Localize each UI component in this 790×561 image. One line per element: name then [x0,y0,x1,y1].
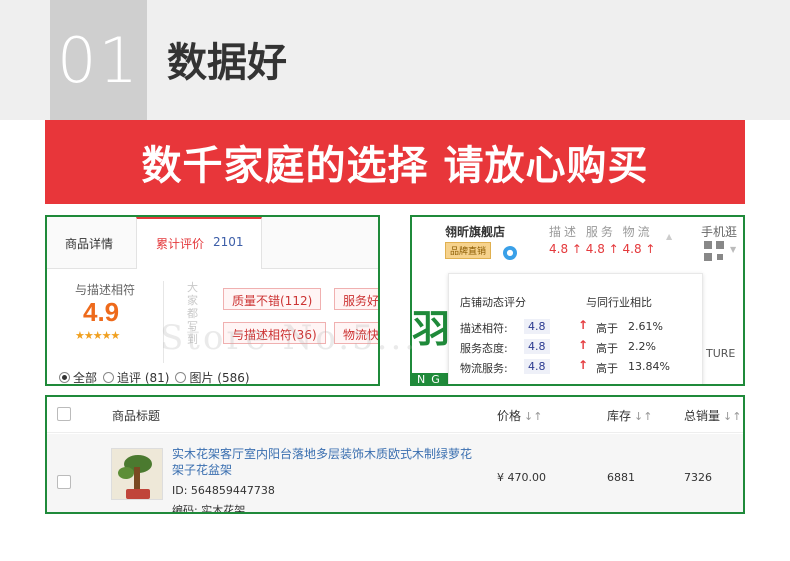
tab-reviews[interactable]: 累计评价 2101 [136,217,262,269]
sort-icon: ↓↑ [723,410,742,423]
column-price[interactable]: 价格 ↓↑ [497,407,542,424]
caret-up-icon: ▲ [666,232,673,241]
tab-product-details[interactable]: 商品详情 [65,235,113,252]
table-header: 商品标题 价格 ↓↑ 库存 ↓↑ 总销量 ↓↑ [47,397,743,433]
chevron-down-icon: ▼ [730,245,737,254]
select-all-checkbox[interactable] [57,407,71,421]
product-table: 商品标题 价格 ↓↑ 库存 ↓↑ 总销量 ↓↑ 实木花架客厅室内阳台落地多层装饰木质欧… [45,395,745,514]
score-values: 4.8 ↑ 4.8 ↑ 4.8 ↑ [549,242,656,256]
review-tag[interactable]: 服务好 [334,288,378,310]
popup-row: 描述相符: 4.8 ↑ 高于 2.61% [460,318,700,336]
review-tabs: 商品详情 累计评价 2101 [47,217,378,269]
review-tag[interactable]: 质量不错(112) [223,288,322,310]
popup-row-value: 4.8 [524,359,550,374]
column-price-label: 价格 [497,409,522,423]
store-banner-text: TURE [706,347,736,360]
filter-followup-label: 追评 (81) [117,371,170,385]
popup-row-compare: 高于 [596,322,618,335]
popup-row-percent: 2.61% [628,320,663,333]
section-number: 01 [57,23,140,97]
column-stock[interactable]: 库存 ↓↑ [607,407,652,424]
banner-text: 数千家庭的选择 请放心购买 [141,143,649,189]
review-panel: 商品详情 累计评价 2101 与描述相符 4.9 ★★★★★ 大家都写到 质量不… [45,215,380,386]
radio-icon [175,372,187,383]
mobile-shop-label[interactable]: 手机逛 [701,223,737,240]
score-header: 描述 服务 物流 [549,225,653,239]
popup-score-title: 店铺动态评分 [460,296,526,309]
product-thumbnail[interactable] [111,448,163,500]
product-id: ID: 564859447738 [172,484,275,497]
section-number-box: 01 [50,0,147,120]
product-sales: 7326 [684,471,712,484]
popup-row-percent: 2.2% [628,340,656,353]
filter-followup[interactable]: 追评 (81) [103,369,170,385]
popup-row-compare: 高于 [596,362,618,375]
popup-row-label: 描述相符: [460,322,508,335]
review-filter: 全部 追评 (81) 图片 (586) [59,369,250,385]
product-title-link[interactable]: 实木花架客厅室内阳台落地多层装饰木质欧式木制绿萝花架子花盆架 [172,446,478,478]
column-stock-label: 库存 [607,409,632,423]
row-checkbox[interactable] [57,475,71,489]
red-banner: 数千家庭的选择 请放心购买 [45,120,745,204]
popup-row: 物流服务: 4.8 ↑ 高于 13.84% [460,358,700,376]
qr-code-icon[interactable] [704,241,724,261]
arrow-up-icon: ↑ [578,358,589,372]
watermark: Store No.5... [160,318,419,358]
product-code: 编码: 实木花架 [172,504,246,514]
chat-icon[interactable]: ● [503,246,517,260]
tab-reviews-count: 2101 [213,235,244,249]
column-sales-label: 总销量 [684,409,721,423]
product-price: ¥ 470.00 [497,471,546,484]
popup-compare-title: 与同行业相比 [586,296,652,309]
column-title: 商品标题 [112,409,161,423]
sort-icon: ↓↑ [634,410,653,423]
popup-row-value: 4.8 [524,339,550,354]
sort-icon: ↓↑ [524,410,543,423]
store-panel: 翎昕旗舰店 品牌直销 ● 描述 服务 物流 4.8 ↑ 4.8 ↑ 4.8 ↑ … [410,215,745,386]
table-row[interactable]: 实木花架客厅室内阳台落地多层装饰木质欧式木制绿萝花架子花盆架 ID: 56485… [47,434,743,512]
store-banner-bar: NG [412,373,448,384]
popup-row-label: 物流服务: [460,362,508,375]
radio-icon [103,372,115,383]
popup-row-compare: 高于 [596,342,618,355]
arrow-up-icon: ↑ [578,318,589,332]
rating-label: 与描述相符 [75,283,136,297]
popup-row-percent: 13.84% [628,360,670,373]
arrow-up-icon: ↑ [578,338,589,352]
tab-reviews-label: 累计评价 [156,237,205,251]
store-score-popup: 店铺动态评分 与同行业相比 描述相符: 4.8 ↑ 高于 2.61% 服务态度:… [448,273,703,384]
popup-row-label: 服务态度: [460,342,508,355]
popup-row-value: 4.8 [524,319,550,334]
filter-images[interactable]: 图片 (586) [175,369,250,385]
column-sales[interactable]: 总销量 ↓↑ [684,407,741,424]
filter-all-label: 全部 [73,371,98,385]
filter-images-label: 图片 (586) [189,371,250,385]
rating-value: 4.9 [83,297,120,327]
product-stock: 6881 [607,471,635,484]
radio-selected-icon [59,372,70,383]
filter-all[interactable]: 全部 [59,369,98,385]
brand-badge: 品牌直销 [445,242,492,259]
section-title: 数据好 [167,40,287,86]
popup-row: 服务态度: 4.8 ↑ 高于 2.2% [460,338,700,356]
store-name[interactable]: 翎昕旗舰店 [445,223,505,240]
star-rating-icon: ★★★★★ [75,329,120,342]
